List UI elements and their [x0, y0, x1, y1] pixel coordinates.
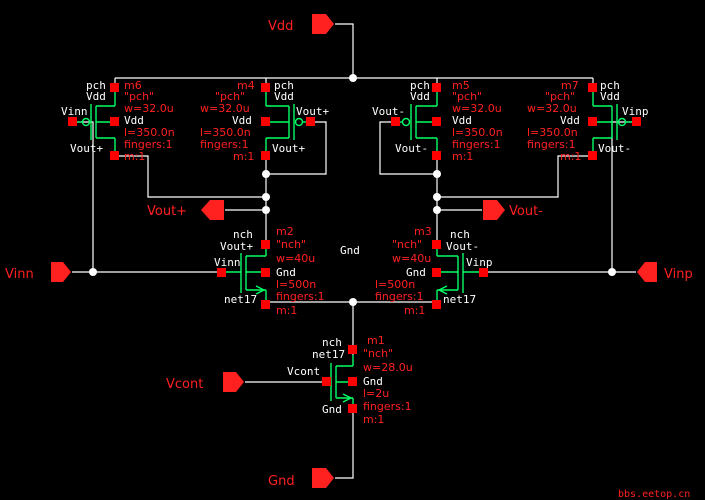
schematic-svg: Vdd Vout+ Vout- Vinn Vinp Vcont Gnd Gnd …: [5, 14, 693, 500]
vinp-pin-icon: [637, 262, 657, 282]
transistor-m5[interactable]: m5 "pch" w=32.0u l=350.0n fingers:1 m:1 …: [372, 79, 503, 163]
m7-gate: Vinp: [622, 105, 649, 118]
m4-drain: Vout+: [272, 142, 305, 155]
vcont-pin-icon: [223, 372, 244, 392]
gnd-net-label: Gnd: [340, 244, 360, 257]
m6-bulk: Vdd: [124, 114, 144, 127]
m5-source: Vdd: [410, 90, 430, 103]
m2-source: net17: [224, 293, 257, 306]
m1-model: "nch": [363, 347, 393, 360]
m3-model: "nch": [392, 238, 422, 251]
m2-m: m:1: [276, 304, 297, 317]
transistor-m2[interactable]: m2 "nch" w=40u l=500n fingers:1 m:1 nch …: [214, 225, 325, 317]
m2-model: "nch": [276, 238, 306, 251]
m2-drain: Vout+: [220, 240, 253, 253]
gnd-pin-icon: [312, 468, 334, 488]
m1-inst: m1: [367, 334, 385, 347]
vcont-pin-label: Vcont: [166, 377, 203, 392]
m1-w: w=28.0u: [363, 361, 413, 374]
m1-bulk: Gnd: [363, 375, 383, 388]
gnd-pin-label: Gnd: [268, 474, 295, 489]
vdd-pin-icon: [312, 14, 334, 34]
m7-drain: Vout-: [598, 142, 631, 155]
transistor-m7[interactable]: m7 "pch" w=32.0u l=350.0n fingers:1 m:1 …: [527, 79, 649, 163]
m5-gate: Vout-: [372, 105, 405, 118]
m4-m: m:1: [233, 150, 254, 163]
m3-w: w=40u: [392, 252, 431, 265]
m1-fingers: fingers:1: [363, 400, 412, 413]
m4-bulk: Vdd: [232, 114, 252, 127]
m2-bulk: Gnd: [276, 266, 296, 279]
transistor-m6[interactable]: m6 "pch" w=32.0u l=350.0n fingers:1 m:1 …: [61, 79, 175, 163]
vdd-pin-label: Vdd: [268, 19, 293, 34]
m3-source: net17: [443, 293, 476, 306]
m4-gate: Vout+: [296, 105, 329, 118]
m3-inst: m3: [414, 225, 432, 238]
m1-drain: net17: [312, 348, 345, 361]
m7-m: m:1: [560, 150, 581, 163]
m3-fingers: fingers:1: [375, 290, 424, 303]
schematic-canvas: Vdd Vout+ Vout- Vinn Vinp Vcont Gnd Gnd …: [0, 0, 705, 500]
transistor-m1[interactable]: m1 "nch" w=28.0u l=2u fingers:1 m:1 nch …: [287, 334, 413, 426]
m2-inst: m2: [276, 225, 294, 238]
transistor-m3[interactable]: m3 "nch" w=40u l=500n fingers:1 m:1 nch …: [375, 225, 493, 317]
watermark: bbs.eetop.cn: [618, 489, 690, 500]
m5-bulk: Vdd: [452, 114, 472, 127]
vinn-pin-label: Vinn: [5, 267, 34, 282]
m1-m: m:1: [363, 413, 384, 426]
m3-bulk: Gnd: [406, 266, 426, 279]
m4-source: Vdd: [274, 90, 294, 103]
m6-m: m:1: [124, 150, 145, 163]
m1-source: Gnd: [322, 403, 342, 416]
m1-gate: Vcont: [287, 365, 320, 378]
m5-drain: Vout-: [395, 142, 428, 155]
vout-plus-pin-icon: [201, 200, 224, 220]
m2-fingers: fingers:1: [276, 290, 325, 303]
m5-m: m:1: [452, 150, 473, 163]
m3-gate: Vinp: [466, 256, 493, 269]
vinn-pin-icon: [51, 262, 71, 282]
m6-drain: Vout+: [70, 142, 103, 155]
m1-l: l=2u: [363, 387, 389, 400]
m2-gate: Vinn: [214, 256, 241, 269]
vinp-pin-label: Vinp: [664, 267, 693, 282]
m7-source: Vdd: [600, 90, 620, 103]
m2-w: w=40u: [276, 252, 315, 265]
vout-minus-pin-icon: [483, 200, 505, 220]
m3-drain: Vout-: [446, 240, 479, 253]
m7-bulk: Vdd: [560, 114, 580, 127]
m6-source: Vdd: [86, 90, 106, 103]
vout-plus-pin-label: Vout+: [147, 204, 187, 219]
m6-gate: Vinn: [61, 105, 88, 118]
transistor-m4[interactable]: m4 "pch" w=32.0u l=350.0n fingers:1 m:1 …: [200, 79, 329, 163]
m3-m: m:1: [404, 304, 425, 317]
vout-minus-pin-label: Vout-: [509, 204, 543, 219]
